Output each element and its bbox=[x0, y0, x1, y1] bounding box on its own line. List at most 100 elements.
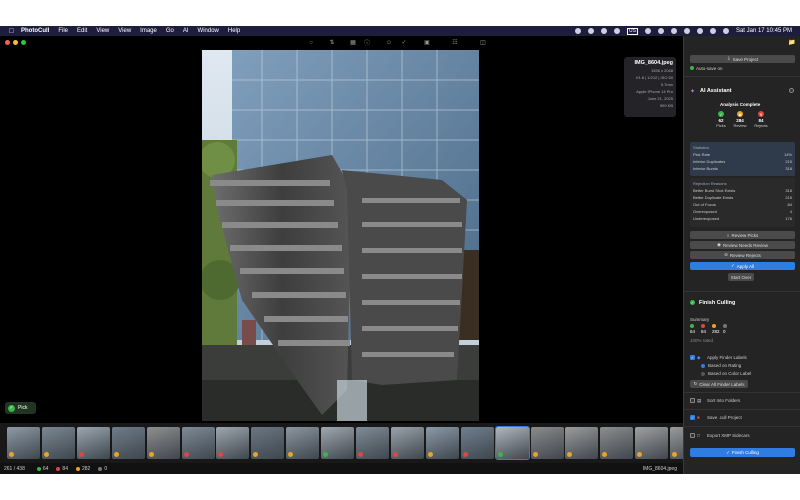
search-icon[interactable] bbox=[696, 28, 703, 34]
compare-icon[interactable]: ▦ bbox=[349, 39, 357, 46]
filmstrip-thumbnail[interactable] bbox=[7, 427, 40, 459]
battery-icon[interactable] bbox=[644, 28, 651, 34]
input-source[interactable]: US bbox=[627, 27, 638, 35]
filmstrip-thumbnail[interactable] bbox=[251, 427, 285, 459]
menu-ai[interactable]: AI bbox=[183, 28, 189, 34]
ai-close-icon[interactable] bbox=[789, 88, 794, 93]
filmstrip-thumbnail[interactable] bbox=[530, 427, 564, 459]
menu-edit[interactable]: Edit bbox=[77, 28, 87, 34]
folder-icon[interactable]: 📁 bbox=[788, 39, 796, 46]
grid-icon[interactable]: ☷ bbox=[451, 39, 459, 46]
control-center-icon[interactable] bbox=[709, 28, 716, 34]
review-rejects-label: Review Rejects bbox=[729, 252, 761, 258]
menu-bar:  PhotoCull File Edit View View Image Go… bbox=[0, 26, 800, 36]
clear-finder-button[interactable]: ↻ Clear All Finder Labels bbox=[690, 380, 748, 388]
save-cull-label: Save .cull Project bbox=[707, 415, 742, 420]
filmstrip-thumbnail[interactable] bbox=[216, 427, 250, 459]
menu-help[interactable]: Help bbox=[228, 28, 240, 34]
siri-icon[interactable] bbox=[722, 28, 729, 34]
dropbox-icon[interactable] bbox=[614, 28, 620, 34]
screen-share-icon[interactable] bbox=[588, 28, 594, 34]
sort-folders-checkbox[interactable] bbox=[690, 398, 695, 403]
save-project-button[interactable]: ⇩ Save Project bbox=[690, 55, 795, 63]
rejects-circle-icon: ⊘ bbox=[724, 252, 728, 257]
rejection-reasons-panel: Rejection Reasons Better Burst Shot Exis… bbox=[690, 178, 795, 227]
review-needs-label: Review Needs Review bbox=[722, 242, 768, 248]
faces-icon[interactable]: ☺ bbox=[385, 39, 393, 46]
rating-marker-icon bbox=[323, 452, 329, 457]
clock[interactable]: Sat Jan 17 10:45 PM bbox=[736, 28, 792, 34]
wifi-icon[interactable] bbox=[683, 28, 690, 34]
headphones-icon[interactable] bbox=[657, 28, 664, 34]
bluetooth-icon[interactable] bbox=[670, 28, 677, 34]
filmstrip-thumbnail[interactable] bbox=[635, 427, 669, 459]
ai-review-label: Review bbox=[733, 123, 747, 128]
ai-review-stat[interactable]: ◉ 284 Review bbox=[729, 111, 751, 128]
review-rejects-button[interactable]: ⊘ Review Rejects bbox=[690, 251, 795, 259]
filmstrip[interactable] bbox=[0, 423, 704, 463]
export-xmp-label: Export XMP Sidecars bbox=[707, 433, 750, 438]
menu-view-2[interactable]: View bbox=[118, 28, 131, 34]
toolbar: ○ ⇅ ▦ ⓘ ☺ ✓ ▣ ☷ ◫ bbox=[0, 36, 683, 49]
filmstrip-thumbnail[interactable] bbox=[356, 427, 389, 459]
menu-app-name[interactable]: PhotoCull bbox=[21, 28, 49, 34]
divider bbox=[684, 426, 800, 427]
image-icon[interactable]: ▣ bbox=[423, 39, 431, 46]
ai-rejects-stat[interactable]: ✕ 84 Rejects bbox=[750, 111, 772, 128]
based-color-radio[interactable] bbox=[701, 372, 705, 376]
summary-picks: 64 bbox=[690, 329, 696, 334]
apply-finder-checkbox[interactable]: ✓ bbox=[690, 355, 695, 360]
rating-marker-icon bbox=[218, 452, 224, 457]
sidebar-toggle-icon[interactable]: ◫ bbox=[479, 39, 487, 46]
filmstrip-thumbnail[interactable] bbox=[321, 427, 355, 459]
filmstrip-thumbnail[interactable] bbox=[146, 427, 180, 459]
review-picks-label: Review Picks bbox=[731, 232, 759, 238]
info-icon[interactable]: ⓘ bbox=[363, 39, 371, 47]
menu-image[interactable]: Image bbox=[140, 28, 157, 34]
minimize-window-button[interactable] bbox=[13, 40, 18, 45]
based-rating-radio[interactable] bbox=[701, 364, 705, 368]
review-picks-button[interactable]: ○ Review Picks bbox=[690, 231, 795, 239]
status-unrated: 0 bbox=[104, 465, 108, 472]
sync-icon[interactable] bbox=[601, 28, 607, 34]
menu-file[interactable]: File bbox=[58, 28, 68, 34]
save-project-label: Save Project bbox=[732, 56, 759, 62]
status-rejects: 84 bbox=[62, 465, 68, 472]
filmstrip-thumbnail[interactable] bbox=[600, 427, 634, 459]
save-cull-checkbox[interactable]: ✓ bbox=[690, 415, 695, 420]
record-icon[interactable] bbox=[575, 28, 581, 34]
filmstrip-thumbnail[interactable] bbox=[565, 427, 599, 459]
export-xmp-checkbox[interactable] bbox=[690, 433, 695, 438]
pick-badge[interactable]: ✓ Pick bbox=[5, 402, 36, 414]
filmstrip-thumbnail[interactable] bbox=[460, 427, 494, 459]
sort-icon[interactable]: ⇅ bbox=[328, 39, 336, 46]
rating-marker-icon bbox=[113, 452, 119, 457]
menu-window[interactable]: Window bbox=[198, 28, 219, 34]
start-over-button[interactable]: Start Over bbox=[728, 273, 754, 281]
filmstrip-thumbnail[interactable] bbox=[76, 427, 110, 459]
finish-button-check-icon: ✓ bbox=[726, 449, 730, 455]
filmstrip-thumbnail[interactable] bbox=[286, 427, 320, 459]
rating-marker-icon bbox=[602, 452, 608, 457]
apple-icon[interactable]:  bbox=[8, 28, 15, 35]
finish-culling-button[interactable]: ✓ Finish Culling bbox=[690, 448, 795, 457]
filmstrip-thumbnail[interactable] bbox=[111, 427, 145, 459]
menu-view[interactable]: View bbox=[96, 28, 109, 34]
finish-culling-title: Finish Culling bbox=[699, 300, 736, 306]
app-window: ○ ⇅ ▦ ⓘ ☺ ✓ ▣ ☷ ◫ IMG_8604.jpeg 1536 x 2… bbox=[0, 36, 800, 474]
filmstrip-thumbnail[interactable] bbox=[425, 427, 459, 459]
filmstrip-thumbnail[interactable] bbox=[41, 427, 75, 459]
menu-go[interactable]: Go bbox=[166, 28, 174, 34]
filmstrip-thumbnail[interactable] bbox=[390, 427, 424, 459]
close-window-button[interactable] bbox=[5, 40, 10, 45]
filmstrip-thumbnail[interactable] bbox=[181, 427, 215, 459]
review-needs-review-button[interactable]: ◉ Review Needs Review bbox=[690, 241, 795, 249]
analysis-complete: Analysis Complete bbox=[720, 102, 761, 107]
filmstrip-thumbnail[interactable] bbox=[494, 426, 530, 460]
image-viewer[interactable]: IMG_8604.jpeg 1536 x 2048 f/1.8 | 1/212 … bbox=[0, 49, 683, 423]
check-icon[interactable]: ✓ bbox=[400, 39, 408, 46]
apply-all-button[interactable]: ✓ Apply All bbox=[690, 262, 795, 270]
rating-filter-icon[interactable]: ○ bbox=[307, 39, 315, 46]
divider bbox=[684, 392, 800, 393]
maximize-window-button[interactable] bbox=[21, 40, 26, 45]
